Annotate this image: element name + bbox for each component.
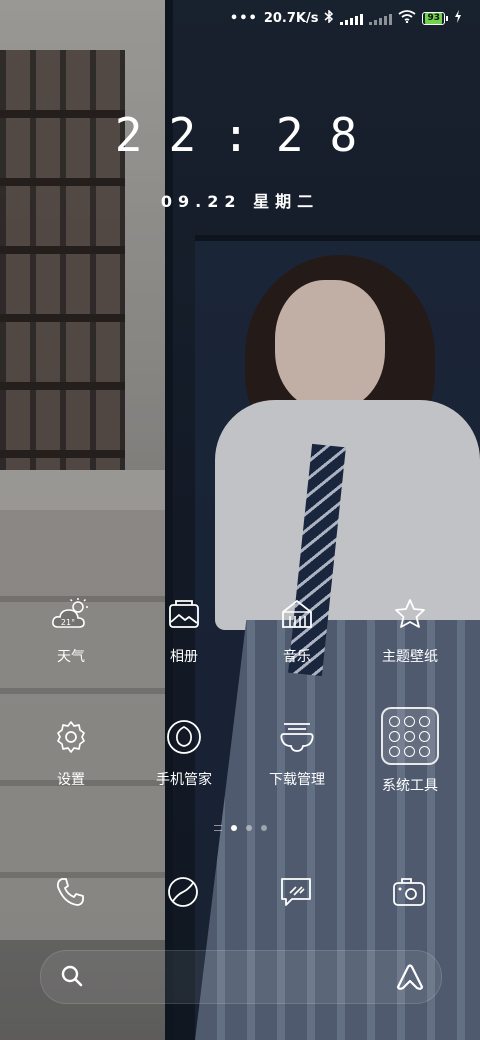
- app-settings[interactable]: 设置: [16, 715, 126, 789]
- weather-icon: 21°: [49, 592, 93, 636]
- browser-icon: [168, 877, 198, 907]
- battery-icon: 93: [422, 12, 448, 25]
- music-icon: [275, 592, 319, 636]
- wifi-icon: [398, 10, 417, 27]
- app-weather[interactable]: 21° 天气: [16, 592, 126, 666]
- app-music[interactable]: 音乐: [242, 592, 352, 666]
- network-speed: 20.7K/s: [263, 11, 319, 26]
- app-label: 天气: [57, 649, 85, 665]
- messages-icon: [281, 878, 311, 906]
- home-screen: ••• 20.7K/s 93 22:28 09.22 星期二 21° 天气 相册…: [0, 0, 480, 1040]
- settings-gear-icon: [49, 715, 93, 759]
- clock-date[interactable]: 09.22 星期二: [0, 188, 480, 212]
- clock-time[interactable]: 22:28: [0, 108, 480, 162]
- page-dot: [260, 825, 267, 831]
- app-label: 系统工具: [382, 778, 438, 794]
- page-dot: [230, 825, 237, 831]
- gallery-icon: [162, 592, 206, 636]
- app-label: 手机管家: [156, 772, 212, 788]
- battery-level: 93: [425, 13, 442, 24]
- notification-dots: •••: [229, 11, 258, 26]
- charging-icon: [454, 10, 462, 27]
- security-icon: [162, 715, 206, 759]
- app-label: 下载管理: [269, 772, 325, 788]
- app-themes[interactable]: 主题壁纸: [355, 592, 465, 666]
- app-label: 相册: [170, 649, 198, 665]
- app-downloads[interactable]: 下载管理: [242, 715, 352, 789]
- assistant-icon[interactable]: [395, 963, 425, 995]
- dock-phone[interactable]: [48, 870, 92, 914]
- download-icon: [275, 715, 319, 759]
- app-label: 主题壁纸: [382, 649, 438, 665]
- app-system-tools[interactable]: 系统工具: [355, 707, 465, 795]
- page-indicator[interactable]: [0, 825, 480, 831]
- dock-camera[interactable]: [387, 870, 431, 914]
- dock-browser[interactable]: [161, 870, 205, 914]
- camera-icon: [393, 878, 425, 906]
- signal-2-icon: [369, 13, 393, 25]
- page-dot: [245, 825, 252, 831]
- app-gallery[interactable]: 相册: [129, 592, 239, 666]
- phone-icon: [56, 878, 84, 906]
- signal-icon: [340, 13, 364, 25]
- bluetooth-icon: [324, 9, 334, 27]
- page-menu-icon: [213, 825, 222, 831]
- app-security[interactable]: 手机管家: [129, 715, 239, 789]
- theme-star-icon: [388, 592, 432, 636]
- dock-messages[interactable]: [274, 870, 318, 914]
- app-label: 音乐: [283, 649, 311, 665]
- status-bar: ••• 20.7K/s 93: [229, 9, 462, 27]
- app-label: 设置: [57, 772, 85, 788]
- search-icon[interactable]: [59, 963, 85, 993]
- system-tools-folder: [381, 707, 439, 765]
- weather-temp: 21°: [61, 618, 75, 627]
- search-bar[interactable]: [40, 950, 442, 1004]
